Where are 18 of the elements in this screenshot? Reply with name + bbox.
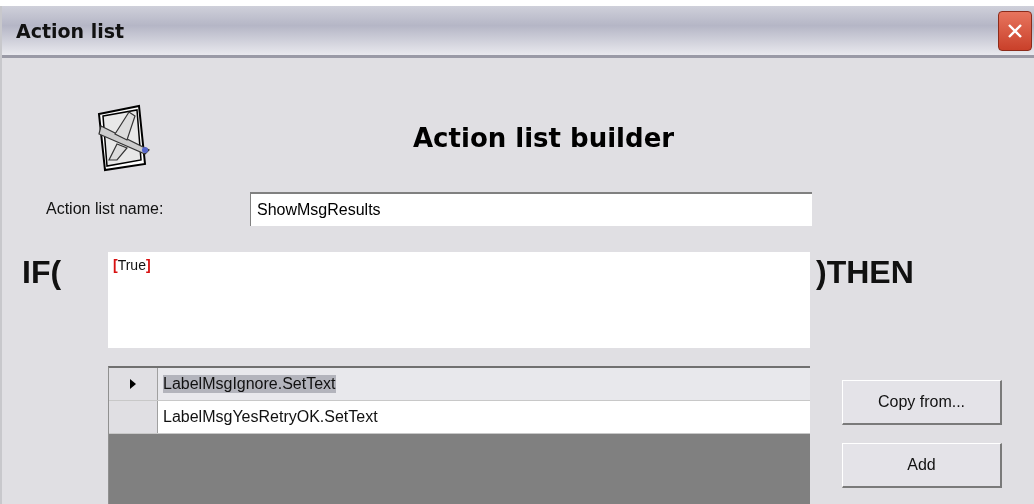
row-header[interactable] bbox=[109, 401, 158, 433]
if-keyword: IF( bbox=[22, 253, 63, 292]
name-input-field[interactable]: ShowMsgResults bbox=[250, 192, 812, 226]
condition-field[interactable]: [True] bbox=[108, 252, 810, 348]
window-title: Action list bbox=[15, 19, 125, 42]
action-cell[interactable]: LabelMsgIgnore.SetText bbox=[163, 375, 336, 393]
field-label: Action list name: bbox=[46, 200, 165, 218]
condition-expression: [True] bbox=[113, 257, 151, 273]
dialog-button[interactable]: Add bbox=[842, 443, 1002, 488]
close-icon bbox=[1008, 23, 1022, 38]
row-header[interactable] bbox=[109, 368, 158, 400]
current-row-icon bbox=[130, 379, 136, 389]
action-grid[interactable]: LabelMsgIgnore.SetText LabelMsgYesRetryOK.SetText bbox=[108, 366, 810, 504]
dialog-button[interactable]: Copy from... bbox=[842, 380, 1002, 425]
close-button[interactable] bbox=[998, 10, 1032, 51]
dialog-heading: Action list builder bbox=[413, 123, 675, 153]
then-keyword: )THEN bbox=[816, 253, 914, 292]
action-cell[interactable]: LabelMsgYesRetryOK.SetText bbox=[163, 408, 378, 426]
